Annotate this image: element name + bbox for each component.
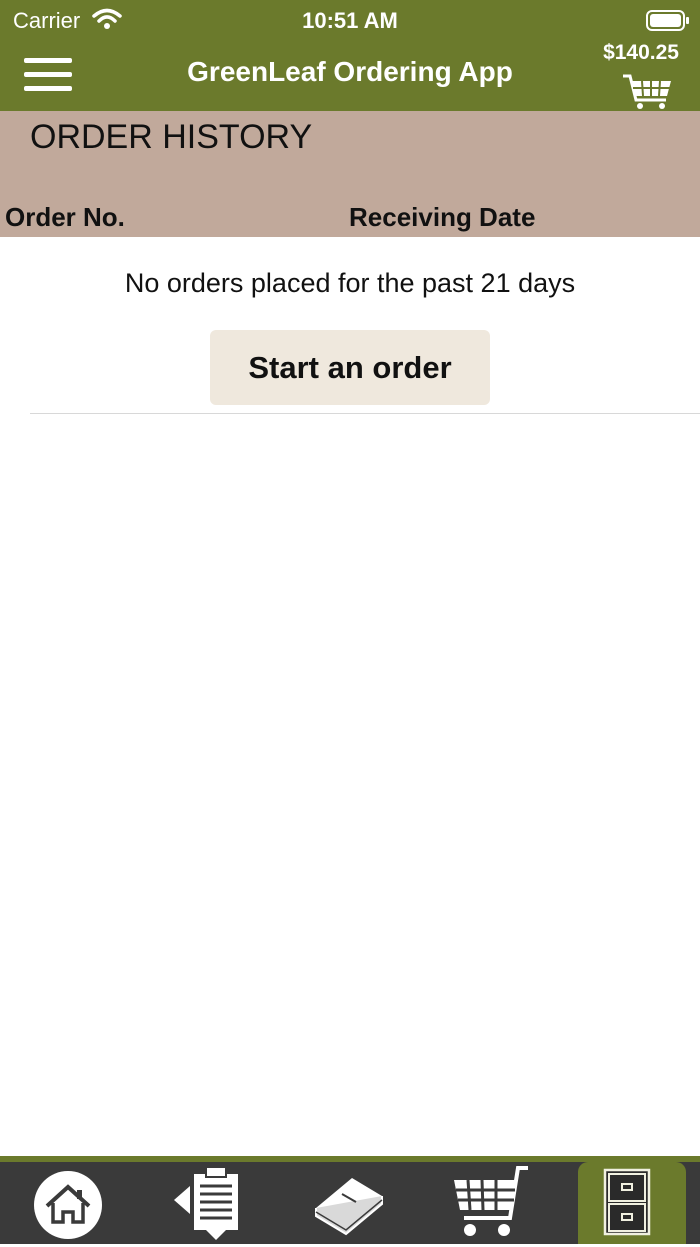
page-title: ORDER HISTORY — [30, 118, 313, 156]
status-time: 10:51 AM — [302, 8, 398, 33]
status-bar: Carrier 10:51 AM — [0, 0, 700, 40]
empty-state-message: No orders placed for the past 21 days — [124, 268, 576, 298]
start-order-button[interactable]: Start an order — [210, 330, 490, 405]
order-history-cabinet-icon — [603, 1168, 651, 1236]
app-title: GreenLeaf Ordering App — [187, 56, 513, 87]
tab-order-history[interactable] — [603, 1168, 651, 1241]
cart-total[interactable]: $140.25 — [603, 41, 679, 65]
battery-icon — [646, 10, 690, 37]
column-header-order-no: Order No. — [5, 202, 125, 232]
tab-order-list[interactable] — [172, 1164, 250, 1247]
column-header-receiving-date: Receiving Date — [349, 202, 536, 232]
order-list-icon — [174, 1166, 238, 1240]
divider — [30, 413, 700, 414]
tab-home[interactable] — [33, 1170, 103, 1245]
cart-icon — [454, 1166, 528, 1236]
tab-cart[interactable] — [452, 1164, 530, 1245]
tab-catalog[interactable] — [312, 1168, 386, 1241]
header-cart-icon[interactable] — [622, 74, 672, 115]
catalog-book-icon — [315, 1178, 383, 1236]
home-icon — [34, 1171, 102, 1239]
